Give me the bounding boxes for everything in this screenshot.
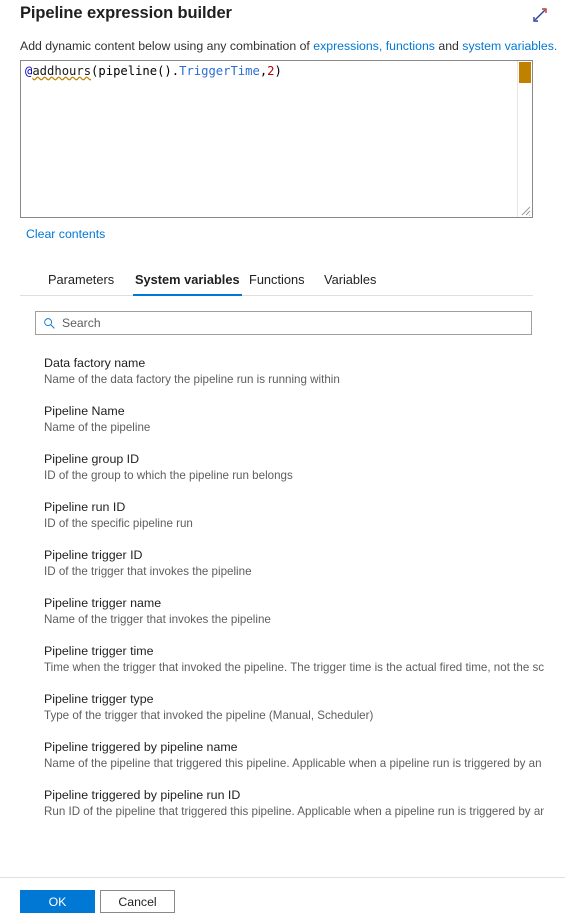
list-item[interactable]: Pipeline triggered by pipeline run ID Ru…: [44, 787, 544, 820]
system-variables-link[interactable]: system variables.: [462, 39, 557, 53]
variable-name: Pipeline group ID: [44, 452, 140, 466]
resize-grip-icon: [521, 206, 531, 216]
tab-functions[interactable]: Functions: [247, 269, 306, 296]
ok-button[interactable]: OK: [20, 890, 95, 913]
expression-code-text[interactable]: @addhours(pipeline().TriggerTime,2): [25, 63, 510, 80]
expand-diagonal-icon: [533, 8, 547, 22]
tab-parameters[interactable]: Parameters: [46, 269, 116, 296]
expressions-functions-link[interactable]: expressions, functions: [313, 39, 435, 53]
search-icon: [44, 317, 55, 329]
subtitle-middle: and: [434, 39, 463, 53]
variable-name: Pipeline run ID: [44, 500, 126, 514]
variable-description: Name of the trigger that invokes the pip…: [44, 613, 271, 626]
variable-name: Pipeline trigger name: [44, 596, 162, 610]
page-title: Pipeline expression builder: [20, 4, 232, 22]
variable-description: ID of the specific pipeline run: [44, 517, 193, 530]
variable-name: Pipeline Name: [44, 404, 125, 418]
cancel-button[interactable]: Cancel: [100, 890, 175, 913]
search-input[interactable]: [62, 313, 531, 333]
token-close-paren: ): [274, 64, 282, 78]
list-item[interactable]: Pipeline Name Name of the pipeline: [44, 403, 544, 436]
editor-resize-handle[interactable]: [518, 203, 531, 216]
dialog-footer: OK Cancel: [0, 877, 565, 923]
variable-description: Run ID of the pipeline that triggered th…: [44, 805, 544, 818]
editor-scrollbar-track[interactable]: [517, 61, 532, 217]
variable-description: Name of the pipeline that triggered this…: [44, 757, 544, 770]
list-item[interactable]: Pipeline trigger name Name of the trigge…: [44, 595, 544, 628]
variable-name: Pipeline trigger ID: [44, 548, 143, 562]
expand-dialog-button[interactable]: [529, 4, 551, 26]
list-item[interactable]: Pipeline trigger type Type of the trigge…: [44, 691, 544, 724]
dialog-header: Pipeline expression builder: [0, 0, 565, 30]
expression-editor[interactable]: @addhours(pipeline().TriggerTime,2): [20, 60, 533, 218]
list-item[interactable]: Pipeline run ID ID of the specific pipel…: [44, 499, 544, 532]
variable-description: Time when the trigger that invoked the p…: [44, 661, 544, 674]
tab-variables[interactable]: Variables: [322, 269, 378, 296]
editor-scrollbar-thumb[interactable]: [519, 62, 531, 83]
variable-description: Name of the data factory the pipeline ru…: [44, 373, 340, 386]
variable-description: ID of the trigger that invokes the pipel…: [44, 565, 252, 578]
system-variables-list: Data factory name Name of the data facto…: [44, 355, 544, 835]
list-item[interactable]: Pipeline trigger time Time when the trig…: [44, 643, 544, 676]
variable-description: Type of the trigger that invoked the pip…: [44, 709, 374, 722]
variable-name: Pipeline trigger type: [44, 692, 154, 706]
token-number: 2: [267, 64, 275, 78]
token-dot: .: [171, 64, 180, 78]
token-property: TriggerTime: [179, 64, 260, 78]
tab-system-variables[interactable]: System variables: [133, 269, 242, 296]
clear-contents-link[interactable]: Clear contents: [26, 227, 105, 241]
list-item[interactable]: Pipeline triggered by pipeline name Name…: [44, 739, 544, 772]
tab-bar: Parameters System variables Functions Va…: [20, 269, 533, 296]
search-box[interactable]: [35, 311, 532, 335]
variable-name: Pipeline triggered by pipeline run ID: [44, 788, 241, 802]
list-item[interactable]: Data factory name Name of the data facto…: [44, 355, 544, 388]
token-function-name: addhours: [32, 64, 92, 78]
list-item[interactable]: Pipeline trigger ID ID of the trigger th…: [44, 547, 544, 580]
dialog-subtitle: Add dynamic content below using any comb…: [20, 38, 557, 54]
variable-description: ID of the group to which the pipeline ru…: [44, 469, 293, 482]
variable-name: Data factory name: [44, 356, 146, 370]
variable-description: Name of the pipeline: [44, 421, 151, 434]
subtitle-lead: Add dynamic content below using any comb…: [20, 39, 314, 53]
variable-name: Pipeline triggered by pipeline name: [44, 740, 238, 754]
token-inner-function: pipeline(): [98, 64, 172, 78]
list-item[interactable]: Pipeline group ID ID of the group to whi…: [44, 451, 544, 484]
variable-name: Pipeline trigger time: [44, 644, 154, 658]
